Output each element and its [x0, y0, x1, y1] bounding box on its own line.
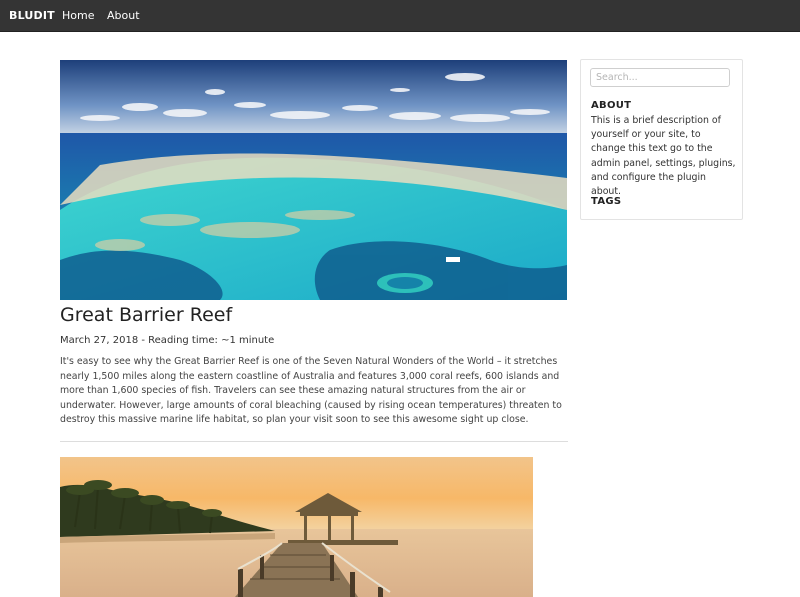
tropical-pier-sunset-image	[60, 457, 533, 597]
post-divider	[60, 441, 568, 442]
top-navbar: BLUDIT Home About	[0, 0, 800, 32]
post-meta: March 27, 2018 - Reading time: ~1 minute	[60, 335, 275, 346]
brand-logo-link[interactable]: BLUDIT	[9, 9, 55, 22]
sidebar: ABOUT This is a brief description of you…	[580, 59, 743, 220]
post-title-great-barrier-reef[interactable]: Great Barrier Reef	[60, 304, 232, 326]
about-heading: ABOUT	[591, 100, 632, 111]
post-cover-image-great-barrier-reef[interactable]	[60, 60, 567, 300]
about-text: This is a brief description of yourself …	[591, 115, 736, 198]
nav-link-home[interactable]: Home	[62, 9, 94, 22]
reef-aerial-image	[60, 60, 567, 300]
search-input[interactable]	[590, 68, 730, 87]
post-cover-image-2[interactable]	[60, 457, 533, 597]
nav-link-about[interactable]: About	[107, 9, 140, 22]
tags-heading: TAGS	[591, 196, 622, 207]
post-content: It's easy to see why the Great Barrier R…	[60, 356, 562, 426]
